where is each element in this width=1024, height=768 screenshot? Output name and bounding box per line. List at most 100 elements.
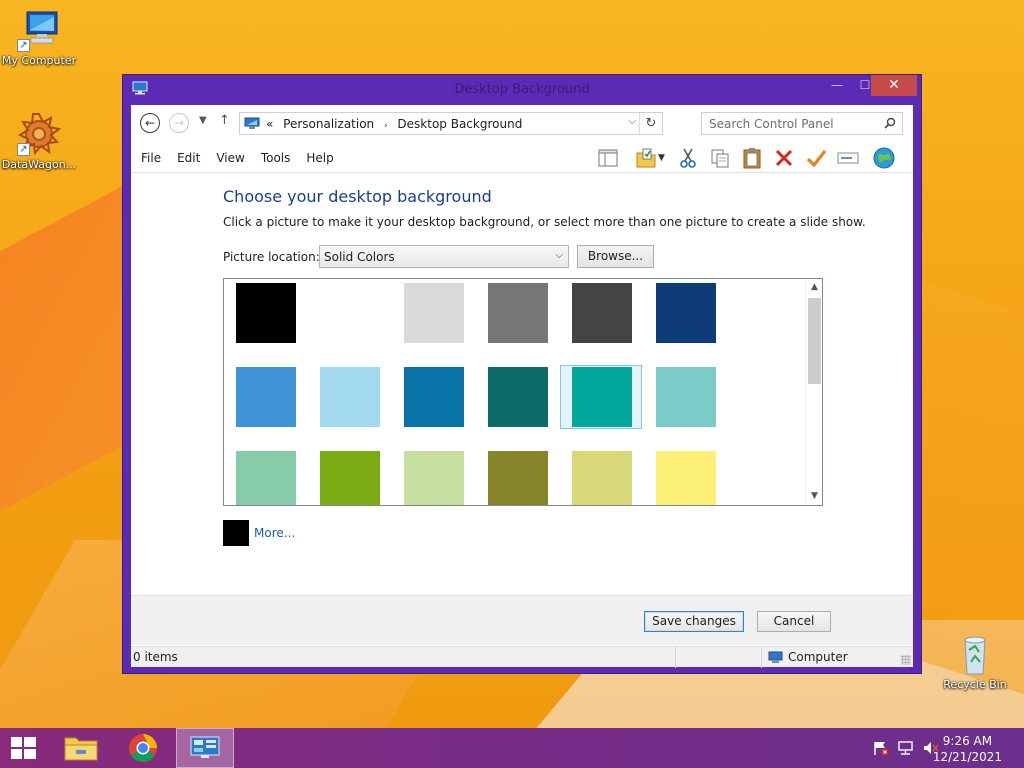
close-button[interactable]: ✕	[871, 75, 917, 96]
cut-icon[interactable]	[676, 146, 700, 170]
item-count: 0 items	[133, 650, 178, 664]
color-swatch	[488, 367, 548, 427]
menu-file[interactable]: File	[133, 151, 169, 165]
color-picker-list: ▲ ▼	[223, 278, 823, 506]
properties-check-icon[interactable]	[804, 146, 828, 170]
scrollbar-thumb[interactable]	[808, 298, 821, 384]
color-swatch-item[interactable]	[560, 281, 642, 345]
breadcrumb-personalization[interactable]: Personalization	[283, 117, 374, 131]
color-swatch	[488, 451, 548, 505]
breadcrumb-separator-icon[interactable]: ›	[384, 121, 388, 131]
picture-location-select[interactable]: Solid Colors ⌵	[319, 245, 569, 268]
color-swatch	[404, 367, 464, 427]
color-swatch-item[interactable]	[476, 365, 558, 429]
control-panel-icon	[244, 117, 260, 130]
scroll-up-arrow-icon[interactable]: ▲	[806, 279, 822, 296]
navigation-bar: ← → ▼ ↑ « Personalization › Desktop Back…	[131, 105, 913, 141]
scroll-down-arrow-icon[interactable]: ▼	[806, 488, 822, 505]
globe-icon[interactable]	[872, 146, 896, 170]
taskbar-control-panel[interactable]	[176, 728, 234, 768]
page-title: Choose your desktop background	[223, 187, 492, 206]
resize-grip[interactable]	[901, 655, 911, 665]
search-input[interactable]	[702, 113, 878, 134]
color-swatch-item[interactable]	[308, 449, 390, 505]
color-swatch	[320, 451, 380, 505]
back-button[interactable]: ←	[140, 113, 160, 133]
desktop-icon-my-computer[interactable]: ↗ My Computer	[0, 8, 78, 67]
folder-options-icon[interactable]	[634, 146, 658, 170]
forward-button[interactable]: →	[169, 113, 189, 133]
color-swatch-item[interactable]	[644, 281, 726, 345]
color-swatch	[572, 283, 632, 343]
taskbar-clock[interactable]: 9:26 AM 12/21/2021	[933, 733, 1002, 765]
color-swatch-item[interactable]	[476, 281, 558, 345]
color-swatch	[488, 283, 548, 343]
color-swatch	[236, 283, 296, 343]
picture-location-label: Picture location:	[223, 250, 320, 264]
vertical-scrollbar[interactable]: ▲ ▼	[805, 279, 822, 505]
color-swatch-item[interactable]	[308, 281, 390, 345]
menu-help[interactable]: Help	[298, 151, 341, 165]
up-button[interactable]: ↑	[219, 113, 230, 128]
desktop-icon-recycle-bin[interactable]: Recycle Bin	[936, 632, 1014, 691]
desktop-icon-label: DataWagon...	[1, 158, 77, 171]
window-client-area: ← → ▼ ↑ « Personalization › Desktop Back…	[131, 105, 913, 668]
color-swatch-item[interactable]	[476, 449, 558, 505]
color-swatch	[404, 451, 464, 505]
action-center-flag-icon[interactable]	[872, 740, 890, 756]
color-swatch-item[interactable]	[224, 365, 306, 429]
color-swatch	[572, 451, 632, 505]
color-swatch	[656, 283, 716, 343]
search-box[interactable]	[701, 112, 903, 135]
paste-icon[interactable]	[740, 146, 764, 170]
rename-icon[interactable]	[836, 146, 860, 170]
color-swatch-item[interactable]	[224, 281, 306, 345]
save-changes-button[interactable]: Save changes	[644, 611, 744, 632]
more-colors-link[interactable]: More...	[254, 526, 295, 540]
address-dropdown-icon[interactable]: ⌵	[628, 116, 636, 127]
color-swatch-item[interactable]	[224, 449, 306, 505]
desktop-icon-label: Recycle Bin	[943, 678, 1007, 691]
address-bar[interactable]: « Personalization › Desktop Background ⌵…	[239, 112, 663, 135]
menu-tools[interactable]: Tools	[253, 151, 299, 165]
color-swatch-item[interactable]	[644, 365, 726, 429]
browse-button[interactable]: Browse...	[577, 245, 654, 268]
control-panel-icon	[190, 736, 220, 758]
desktop-icon-datawagon[interactable]: ↗ DataWagon...	[0, 112, 78, 171]
recent-locations-dropdown[interactable]: ▼	[199, 115, 207, 126]
datawagon-icon: ↗	[17, 112, 62, 156]
title-bar[interactable]: Desktop Background — ☐ ✕	[123, 75, 921, 103]
dialog-footer: Save changes Cancel	[131, 595, 913, 645]
taskbar-file-explorer[interactable]	[52, 728, 110, 768]
current-color-swatch[interactable]	[223, 520, 249, 546]
minimize-button[interactable]: —	[823, 75, 851, 96]
preview-pane-icon[interactable]	[596, 146, 620, 170]
menu-view[interactable]: View	[208, 151, 252, 165]
color-swatch	[572, 367, 632, 427]
search-icon[interactable]	[884, 117, 896, 129]
start-button[interactable]	[0, 728, 48, 768]
color-swatch-item[interactable]	[392, 365, 474, 429]
color-swatch-item[interactable]	[392, 281, 474, 345]
network-icon[interactable]	[897, 740, 915, 756]
menu-edit[interactable]: Edit	[169, 151, 208, 165]
color-swatch	[236, 451, 296, 505]
computer-icon	[768, 651, 783, 664]
color-swatch	[320, 283, 380, 343]
taskbar-chrome[interactable]	[114, 728, 172, 768]
breadcrumb-desktop-background[interactable]: Desktop Background	[397, 117, 522, 131]
color-swatch-item[interactable]	[392, 449, 474, 505]
breadcrumb-overflow[interactable]: «	[266, 117, 273, 131]
color-swatch-item[interactable]	[644, 449, 726, 505]
color-swatch-item[interactable]	[308, 365, 390, 429]
file-explorer-icon	[64, 737, 98, 761]
cancel-button[interactable]: Cancel	[757, 611, 831, 632]
color-swatch-item[interactable]	[560, 365, 642, 429]
copy-icon[interactable]	[708, 146, 732, 170]
clock-time: 9:26 AM	[942, 734, 993, 748]
status-location: Computer	[788, 650, 848, 664]
refresh-button[interactable]: ↻	[639, 113, 662, 134]
color-swatch-item[interactable]	[560, 449, 642, 505]
folder-options-dropdown-icon[interactable]: ▼	[658, 146, 670, 170]
delete-icon[interactable]	[772, 146, 796, 170]
